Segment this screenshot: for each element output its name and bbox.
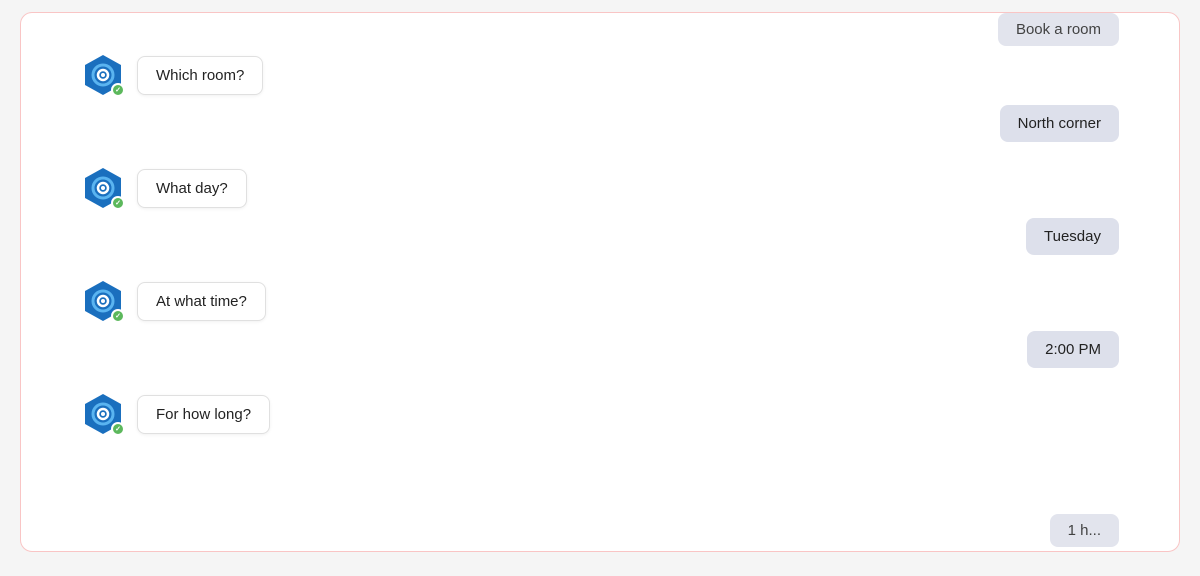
bot-avatar: [81, 279, 125, 323]
bot-row-for-how-long: For how long?: [81, 392, 1119, 436]
user-bubble-north-corner: North corner: [1000, 105, 1119, 142]
message-pair-what-day: What day? Tuesday: [81, 166, 1119, 263]
user-bubble-tuesday: Tuesday: [1026, 218, 1119, 255]
message-pair-for-how-long: For how long?: [81, 392, 1119, 444]
bot-bubble-what-day: What day?: [137, 169, 247, 208]
chat-body: Book a room: [21, 13, 1179, 551]
user-row-two-pm: 2:00 PM: [81, 331, 1119, 368]
check-badge: [111, 196, 125, 210]
bot-bubble-at-what-time: At what time?: [137, 282, 266, 321]
check-badge: [111, 83, 125, 97]
bot-avatar: [81, 392, 125, 436]
check-badge: [111, 422, 125, 436]
user-row-tuesday: Tuesday: [81, 218, 1119, 255]
bot-avatar: [81, 166, 125, 210]
message-pair-at-what-time: At what time? 2:00 PM: [81, 279, 1119, 376]
bot-row-what-day: What day?: [81, 166, 1119, 210]
user-bubble-two-pm: 2:00 PM: [1027, 331, 1119, 368]
bot-avatar: [81, 53, 125, 97]
user-row-north-corner: North corner: [81, 105, 1119, 142]
bot-bubble-for-how-long: For how long?: [137, 395, 270, 434]
check-badge: [111, 309, 125, 323]
chat-container: Book a room: [20, 12, 1180, 552]
user-bubble-one-hour-partial: 1 h...: [1050, 514, 1119, 547]
bot-bubble-which-room: Which room?: [137, 56, 263, 95]
user-bubble-book-a-room: Book a room: [998, 13, 1119, 46]
bot-row-at-what-time: At what time?: [81, 279, 1119, 323]
bot-row-which-room: Which room?: [81, 53, 1119, 97]
message-pair-which-room: Which room? North corner: [81, 53, 1119, 150]
